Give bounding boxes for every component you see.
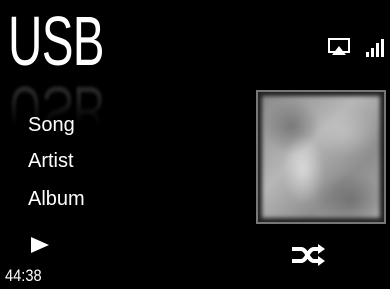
source-title: USB bbox=[8, 2, 105, 80]
elapsed-time: 44:38 bbox=[5, 266, 42, 285]
song-label: Song bbox=[28, 114, 75, 136]
artist-label: Artist bbox=[28, 150, 74, 172]
shuffle-icon[interactable] bbox=[292, 244, 326, 266]
play-icon[interactable] bbox=[30, 236, 50, 254]
album-label: Album bbox=[28, 188, 85, 210]
signal-bars-icon bbox=[365, 38, 385, 58]
airplay-icon[interactable] bbox=[328, 38, 350, 56]
album-art bbox=[256, 90, 386, 224]
album-art-image bbox=[262, 96, 380, 218]
